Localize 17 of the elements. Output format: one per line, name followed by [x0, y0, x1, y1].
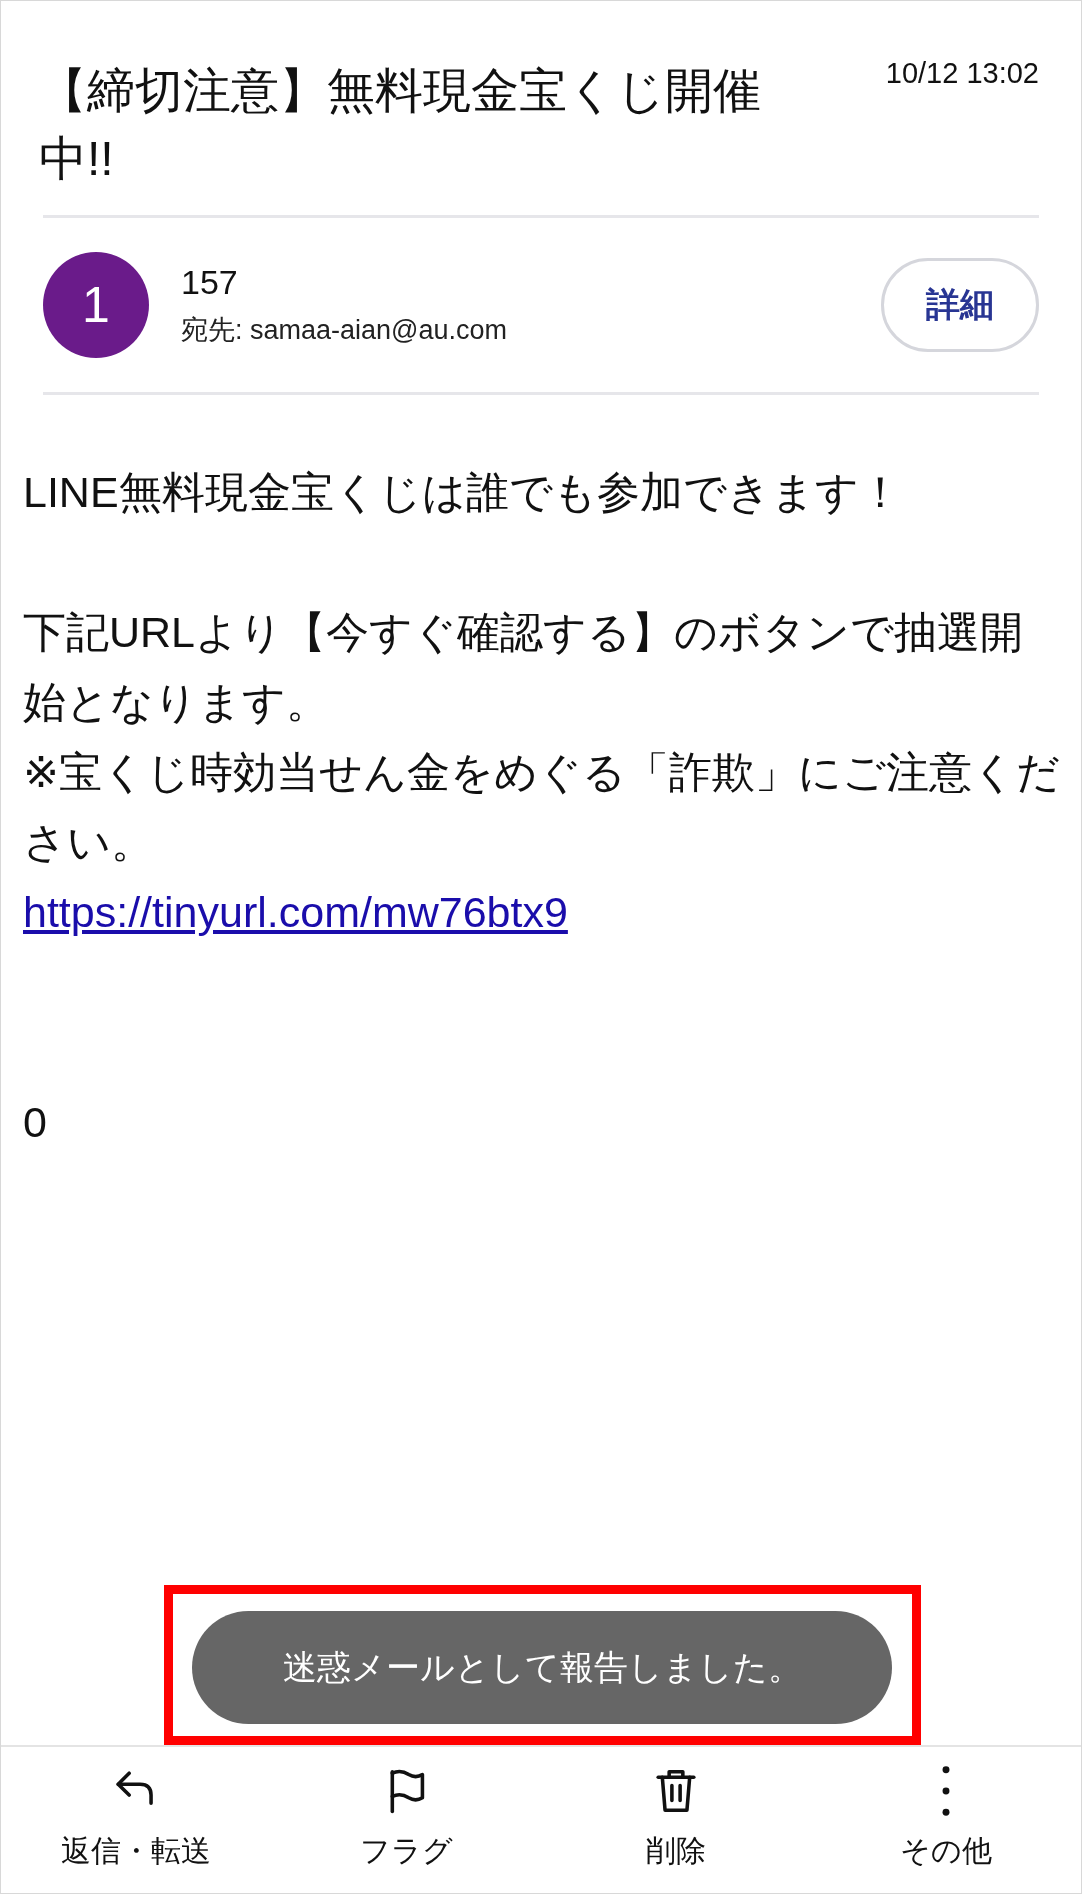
email-date: 10/12 13:02: [885, 57, 1039, 91]
message-text: ※宝くじ時効当せん金をめぐる「詐欺」にご注意ください。: [23, 747, 1062, 868]
message-link[interactable]: https://tinyurl.com/mw76btx9: [23, 888, 568, 936]
email-subject: 【締切注意】無料現金宝くじ開催中!!: [39, 63, 762, 187]
details-button[interactable]: 詳細: [881, 258, 1039, 352]
sender-avatar: 1: [43, 252, 149, 358]
recipient-address: 宛先: samaa-aian@au.com: [181, 313, 508, 347]
toolbar-button[interactable]: その他: [811, 1747, 1081, 1893]
message-text: 下記URLより【今すぐ確認する】のボタンで抽選開始となります。: [23, 607, 1025, 728]
toolbar-button[interactable]: 削除: [541, 1747, 811, 1893]
message-text: LINE無料現金宝くじは誰でも参加できます！: [23, 467, 903, 518]
toast-message: 迷惑メールとして報告しました。: [192, 1611, 892, 1724]
message-text: 0: [23, 1097, 48, 1148]
more-icon: [942, 1765, 950, 1817]
toolbar-button[interactable]: フラグ: [271, 1747, 541, 1893]
sender-name: 157: [181, 262, 238, 302]
toolbar-button[interactable]: 返信・転送: [1, 1747, 271, 1893]
